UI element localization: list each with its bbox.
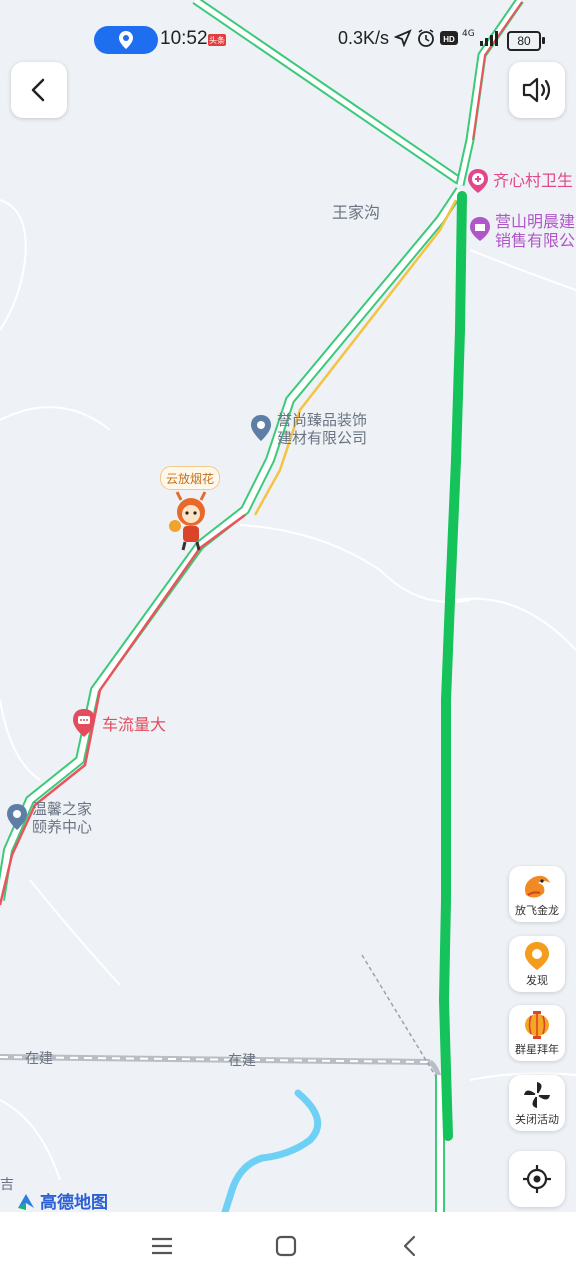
news-badge: 头条 <box>208 34 226 46</box>
shop-pin-icon <box>470 217 490 241</box>
location-pin-icon <box>119 31 133 49</box>
amap-logo: 高德地图 <box>16 1188 108 1213</box>
construction-label-1: 在建 <box>25 1051 53 1067</box>
discover-label: 发现 <box>526 973 548 987</box>
signal-icon <box>479 31 498 46</box>
battery-level: 80 <box>517 34 531 48</box>
network-type: 4G <box>462 29 475 39</box>
clinic-pin-icon <box>468 169 488 193</box>
battery-indicator: 80 <box>507 31 545 51</box>
home-nav-button[interactable] <box>266 1232 306 1260</box>
hd-icon: HD <box>440 31 458 45</box>
construction-label-2: 在建 <box>228 1053 256 1069</box>
company1-label-line2: 销售有限公 <box>495 231 576 250</box>
traffic-note-label: 车流量大 <box>102 715 167 734</box>
dragon-icon <box>525 875 550 897</box>
amap-logo-text: 高德地图 <box>40 1193 108 1213</box>
care-center-label-line1: 温馨之家 <box>32 800 93 818</box>
stars-new-year-label: 群星拜年 <box>515 1042 559 1056</box>
alarm-icon <box>418 29 434 47</box>
back-nav-button[interactable] <box>390 1232 430 1260</box>
back-button[interactable] <box>11 62 67 118</box>
discover-button[interactable]: 发现 <box>509 936 565 992</box>
svg-text:HD: HD <box>443 35 455 44</box>
system-nav-bar <box>0 1212 576 1280</box>
location-pill[interactable] <box>94 26 158 54</box>
close-activity-button[interactable]: 关闭活动 <box>509 1075 565 1131</box>
locate-target-icon <box>523 1165 551 1193</box>
company1-label-line1: 营山明晨建 <box>495 212 576 231</box>
edge-label: 吉 <box>0 1177 14 1193</box>
back-arrow-icon <box>403 1235 416 1257</box>
company2-label-line2: 建材有限公司 <box>277 429 368 447</box>
amap-logo-icon <box>18 1193 34 1210</box>
pinwheel-icon <box>524 1081 550 1108</box>
dragon-mascot-icon[interactable] <box>165 490 215 552</box>
fireworks-event-tag[interactable]: 云放烟花 <box>160 466 220 490</box>
menu-icon <box>152 1237 172 1255</box>
status-time: 10:52 <box>160 28 208 49</box>
poi-pin-icon <box>251 415 271 441</box>
release-dragon-label: 放飞金龙 <box>515 903 559 917</box>
status-bar: 10:52 头条 0.3K/s HD 4G 80 <box>0 22 576 58</box>
stars-new-year-button[interactable]: 群星拜年 <box>509 1005 565 1061</box>
menu-nav-button[interactable] <box>142 1232 182 1260</box>
release-dragon-button[interactable]: 放飞金龙 <box>509 866 565 922</box>
care-center-label-line2: 颐养中心 <box>32 818 93 836</box>
location-arrow-icon <box>394 29 412 47</box>
message-pin-icon <box>73 709 95 737</box>
care-center-poi[interactable]: 温馨之家 颐养中心 <box>6 800 92 836</box>
lantern-icon <box>525 1010 549 1039</box>
close-activity-label: 关闭活动 <box>515 1112 559 1126</box>
chevron-left-icon <box>31 78 45 102</box>
company2-label-line1: 誉尚臻品装饰 <box>277 411 368 429</box>
home-square-icon <box>275 1235 297 1257</box>
voice-button[interactable] <box>509 62 565 118</box>
traffic-note[interactable]: 车流量大 <box>72 708 166 738</box>
clinic-poi[interactable]: 齐心村卫生 <box>467 168 573 194</box>
locate-button[interactable] <box>509 1151 565 1207</box>
company2-poi[interactable]: 誉尚臻品装饰 建材有限公司 <box>250 411 367 447</box>
poi-pin-icon <box>7 804 27 830</box>
discover-pin-icon <box>525 941 549 970</box>
clinic-label: 齐心村卫生 <box>493 171 574 190</box>
speaker-icon <box>522 77 551 103</box>
company1-poi[interactable]: 营山明晨建 销售有限公 <box>469 212 575 250</box>
village-label: 王家沟 <box>332 203 381 222</box>
network-speed: 0.3K/s <box>338 28 390 48</box>
